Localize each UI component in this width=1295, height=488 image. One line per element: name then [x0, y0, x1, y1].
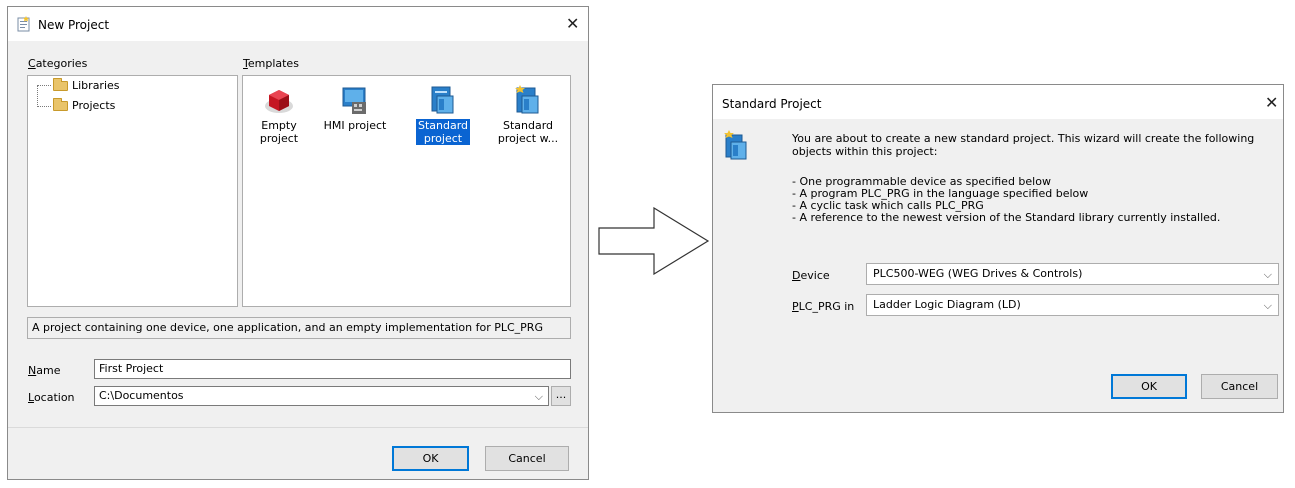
device-label: Device: [792, 269, 830, 282]
tree-connector: [37, 85, 38, 107]
template-label: HMI project: [323, 119, 387, 132]
close-icon[interactable]: ✕: [1265, 93, 1278, 112]
red-cube-icon: [265, 90, 293, 113]
location-value: C:\Documentos: [99, 389, 184, 402]
new-project-app-icon: [17, 16, 30, 32]
template-empty-project[interactable]: Empty project: [244, 84, 314, 145]
standard-project-wizard-icon: [515, 85, 539, 114]
divider: [8, 427, 588, 428]
tree-connector: [37, 85, 51, 86]
categories-tree[interactable]: Libraries Projects: [27, 75, 238, 307]
dialog-title: Standard Project: [722, 97, 822, 111]
ok-button[interactable]: OK: [392, 446, 469, 471]
template-standard-project[interactable]: Standard project: [408, 84, 478, 145]
folder-icon: [53, 78, 68, 91]
template-standard-project-wizard[interactable]: Standard project w...: [493, 84, 563, 145]
wizard-intro-text: You are about to create a new standard p…: [792, 132, 1255, 158]
close-icon[interactable]: ✕: [566, 14, 579, 33]
device-select[interactable]: PLC500-WEG (WEG Drives & Controls) ⌵: [866, 263, 1279, 285]
templates-label: Templates: [243, 57, 299, 70]
device-value: PLC500-WEG (WEG Drives & Controls): [873, 267, 1083, 280]
title-bar: Standard Project ✕: [713, 85, 1283, 119]
template-label: Standard project w...: [497, 119, 559, 145]
tree-connector: [37, 106, 51, 107]
name-input[interactable]: First Project: [94, 359, 571, 379]
name-label: Name: [28, 364, 61, 377]
title-bar: New Project ✕: [8, 7, 588, 41]
plc-prg-language-select[interactable]: Ladder Logic Diagram (LD) ⌵: [866, 294, 1279, 316]
template-label: Standard project: [415, 119, 471, 145]
standard-project-icon: [431, 86, 454, 114]
tree-item-projects[interactable]: Projects: [72, 99, 115, 112]
cancel-button[interactable]: Cancel: [1201, 374, 1278, 399]
browse-button[interactable]: ...: [551, 386, 571, 406]
plc-prg-language-value: Ladder Logic Diagram (LD): [873, 298, 1021, 311]
list-item: - A reference to the newest version of t…: [792, 211, 1221, 224]
new-project-dialog: New Project ✕ Categories Templates Libra…: [7, 6, 589, 480]
ok-button[interactable]: OK: [1111, 374, 1187, 399]
right-arrow-icon: [598, 207, 710, 275]
hmi-screen-icon: [342, 87, 366, 114]
template-description: A project containing one device, one app…: [27, 317, 571, 339]
template-hmi-project[interactable]: HMI project: [320, 84, 390, 132]
location-label: Location: [28, 391, 75, 404]
dialog-title: New Project: [38, 18, 110, 32]
location-combo[interactable]: C:\Documentos ⌵: [94, 386, 549, 406]
chevron-down-icon[interactable]: ⌵: [1264, 299, 1272, 313]
standard-project-dialog: Standard Project ✕ You are about to crea…: [712, 84, 1284, 413]
templates-list[interactable]: Empty project HMI project Standard proje…: [242, 75, 571, 307]
tree-item-libraries[interactable]: Libraries: [72, 79, 120, 92]
folder-icon: [53, 98, 68, 111]
template-label: Empty project: [259, 119, 299, 145]
chevron-down-icon[interactable]: ⌵: [1264, 268, 1272, 282]
chevron-down-icon[interactable]: ⌵: [535, 390, 543, 404]
wizard-bullet-list: - One programmable device as specified b…: [792, 176, 1220, 224]
standard-project-wizard-icon: [724, 130, 747, 160]
categories-label: Categories: [28, 57, 88, 70]
cancel-button[interactable]: Cancel: [485, 446, 569, 471]
plc-prg-label: PLC_PRG in: [792, 300, 855, 313]
